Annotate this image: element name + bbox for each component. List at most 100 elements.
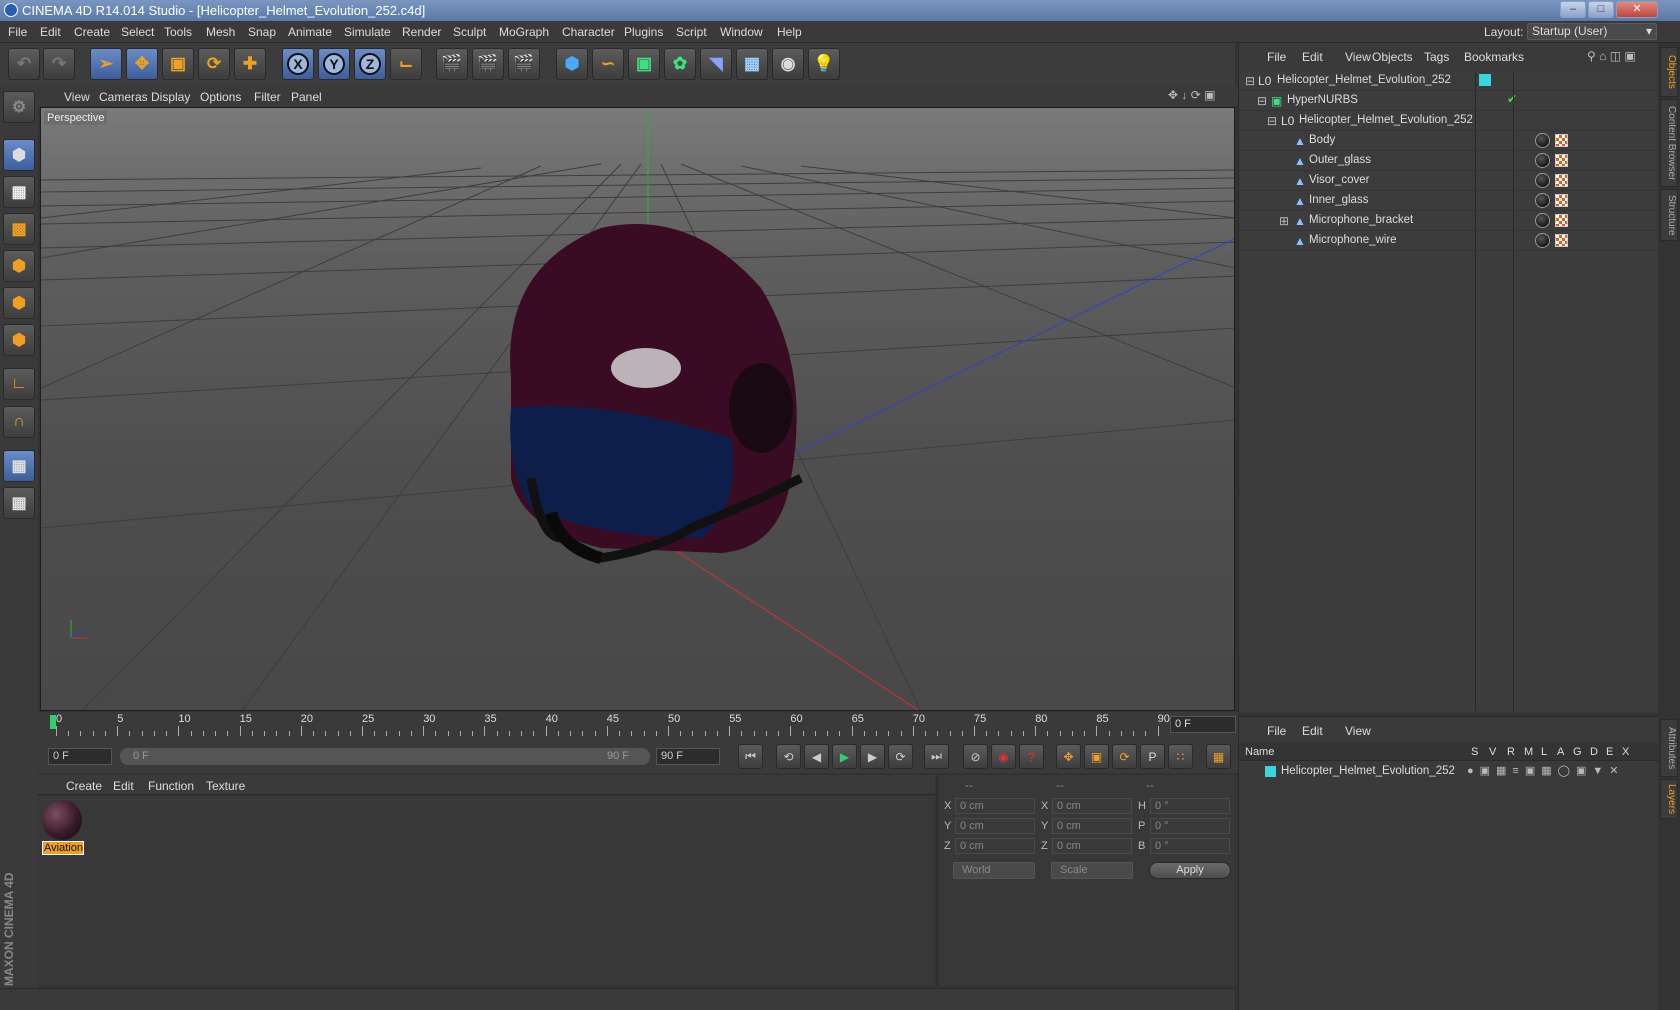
uvw-tag-icon[interactable] xyxy=(1555,174,1568,187)
go-to-start-icon[interactable]: ⏮ xyxy=(738,744,763,769)
tab-layers[interactable]: Layers xyxy=(1660,779,1678,819)
size-z-field[interactable]: 0 cm xyxy=(1052,838,1132,854)
tree-row[interactable]: ⊞ ▲ Microphone_bracket xyxy=(1239,211,1659,231)
material-tag-icon[interactable] xyxy=(1535,233,1550,248)
column-name[interactable]: Name xyxy=(1245,746,1274,758)
start-frame-field[interactable]: 0 F xyxy=(48,748,112,765)
layer-color-swatch[interactable] xyxy=(1479,74,1491,86)
menu-animate[interactable]: Animate xyxy=(288,25,332,39)
layer-color-swatch[interactable] xyxy=(1265,766,1276,777)
axis-mode-icon[interactable]: ∟ xyxy=(3,368,35,400)
material-menu-function[interactable]: Function xyxy=(148,779,194,793)
position-z-field[interactable]: 0 cm xyxy=(955,838,1035,854)
record-point-level-icon[interactable]: ∷ xyxy=(1168,744,1193,769)
edges-mode-icon[interactable]: ⬢ xyxy=(3,287,35,319)
viewport-nav-icons[interactable]: ✥ ↓ ⟳ ▣ xyxy=(1168,88,1215,102)
tree-row[interactable]: ⊟ L0 Helicopter_Helmet_Evolution_252 xyxy=(1239,71,1659,91)
move-tool-button[interactable]: ✥ xyxy=(126,48,158,80)
transform-type-select[interactable]: Scale xyxy=(1051,862,1133,879)
material-tag-icon[interactable] xyxy=(1535,213,1550,228)
workplane-lock-icon[interactable]: ▦ xyxy=(3,450,35,482)
column-animation[interactable]: A xyxy=(1557,746,1564,758)
position-x-field[interactable]: 0 cm xyxy=(955,798,1035,814)
object-menu-bookmarks[interactable]: Bookmarks xyxy=(1464,50,1524,64)
column-generators[interactable]: G xyxy=(1573,746,1582,758)
minimize-button[interactable]: – xyxy=(1560,1,1586,18)
light-icon[interactable]: 💡 xyxy=(808,48,840,80)
expand-icon[interactable]: ⊟ xyxy=(1267,114,1279,128)
menu-render[interactable]: Render xyxy=(402,25,441,39)
menu-plugins[interactable]: Plugins xyxy=(624,25,663,39)
column-deformers[interactable]: D xyxy=(1590,746,1598,758)
menu-edit[interactable]: Edit xyxy=(40,25,61,39)
menu-snap[interactable]: Snap xyxy=(248,25,276,39)
expand-icon[interactable]: ⊟ xyxy=(1245,74,1257,88)
object-search-icons[interactable]: ⚲ ⌂ ◫ ▣ xyxy=(1587,49,1636,63)
rotation-p-field[interactable]: 0 ° xyxy=(1150,818,1230,834)
autokey-icon[interactable]: ◉ xyxy=(991,744,1016,769)
z-axis-lock-button[interactable]: Z xyxy=(354,48,386,80)
layer-menu-view[interactable]: View xyxy=(1345,724,1371,738)
column-manager[interactable]: M xyxy=(1524,746,1533,758)
uvw-tag-icon[interactable] xyxy=(1555,234,1568,247)
column-locked[interactable]: L xyxy=(1541,746,1547,758)
layer-menu-file[interactable]: File xyxy=(1267,724,1286,738)
menu-help[interactable]: Help xyxy=(777,25,802,39)
size-x-field[interactable]: 0 cm xyxy=(1052,798,1132,814)
tree-row[interactable]: ⊟ ▣ HyperNURBS ✔ xyxy=(1239,91,1659,111)
redo-button[interactable]: ↷ xyxy=(43,48,75,80)
record-rotation-icon[interactable]: ⟳ xyxy=(1112,744,1137,769)
cloner-icon[interactable]: ✿ xyxy=(664,48,696,80)
menu-window[interactable]: Window xyxy=(720,25,763,39)
coordinate-system-button[interactable]: ⌙ xyxy=(390,48,422,80)
cube-icon[interactable]: ⬢ xyxy=(556,48,588,80)
undo-button[interactable]: ↶ xyxy=(8,48,40,80)
record-scale-icon[interactable]: ▣ xyxy=(1084,744,1109,769)
layer-menu-edit[interactable]: Edit xyxy=(1302,724,1323,738)
uvw-tag-icon[interactable] xyxy=(1555,134,1568,147)
menu-tools[interactable]: Tools xyxy=(164,25,192,39)
playhead[interactable] xyxy=(50,715,56,729)
column-expressions[interactable]: E xyxy=(1606,746,1613,758)
next-key-icon[interactable]: ⟳ xyxy=(888,744,913,769)
uvw-tag-icon[interactable] xyxy=(1555,214,1568,227)
object-menu-view[interactable]: View xyxy=(1345,50,1371,64)
tab-attributes[interactable]: Attributes xyxy=(1660,719,1678,777)
play-icon[interactable]: ▶ xyxy=(832,744,857,769)
maximize-button[interactable]: □ xyxy=(1588,1,1614,18)
close-button[interactable]: ✕ xyxy=(1616,1,1658,18)
rotation-h-field[interactable]: 0 ° xyxy=(1150,798,1230,814)
uvw-tag-icon[interactable] xyxy=(1555,154,1568,167)
coordinate-mode-select[interactable]: World xyxy=(953,862,1035,879)
object-menu-objects[interactable]: Objects xyxy=(1372,50,1413,64)
object-menu-tags[interactable]: Tags xyxy=(1424,50,1449,64)
keyframe-selection-icon[interactable]: ? xyxy=(1019,744,1044,769)
workplane-align-icon[interactable]: ▦ xyxy=(3,487,35,519)
uvw-tag-icon[interactable] xyxy=(1555,194,1568,207)
menu-file[interactable]: File xyxy=(8,25,27,39)
frame-range-slider[interactable]: 0 F 90 F xyxy=(120,748,650,765)
material-tag-icon[interactable] xyxy=(1535,173,1550,188)
spline-pen-icon[interactable]: ∽ xyxy=(592,48,624,80)
rotation-b-field[interactable]: 0 ° xyxy=(1150,838,1230,854)
render-settings-button[interactable]: 🎬 xyxy=(508,48,540,80)
previous-frame-icon[interactable]: ◀ xyxy=(804,744,829,769)
tree-row[interactable]: ⊟ L0 Helicopter_Helmet_Evolution_252 xyxy=(1239,111,1659,131)
tab-objects[interactable]: Objects xyxy=(1660,47,1678,97)
tree-row[interactable]: ▲ Inner_glass xyxy=(1239,191,1659,211)
render-picture-viewer-button[interactable]: 🎬 xyxy=(472,48,504,80)
column-visible[interactable]: V xyxy=(1489,746,1496,758)
subdivision-surface-icon[interactable]: ▣ xyxy=(628,48,660,80)
material-tag-icon[interactable] xyxy=(1535,153,1550,168)
viewport-menu-options[interactable]: Options xyxy=(200,90,241,104)
next-frame-icon[interactable]: ▶ xyxy=(860,744,885,769)
menu-mesh[interactable]: Mesh xyxy=(206,25,235,39)
end-frame-field[interactable]: 90 F xyxy=(656,748,720,765)
tab-structure[interactable]: Structure xyxy=(1660,189,1678,241)
tree-row[interactable]: ▲ Visor_cover xyxy=(1239,171,1659,191)
layer-toggle-icons[interactable]: ●▣▦≡▣▦◯▣▼✕ xyxy=(1467,764,1624,777)
column-xref[interactable]: X xyxy=(1622,746,1629,758)
timeline-window-icon[interactable]: ▦ xyxy=(1206,744,1231,769)
menu-character[interactable]: Character xyxy=(562,25,615,39)
position-y-field[interactable]: 0 cm xyxy=(955,818,1035,834)
